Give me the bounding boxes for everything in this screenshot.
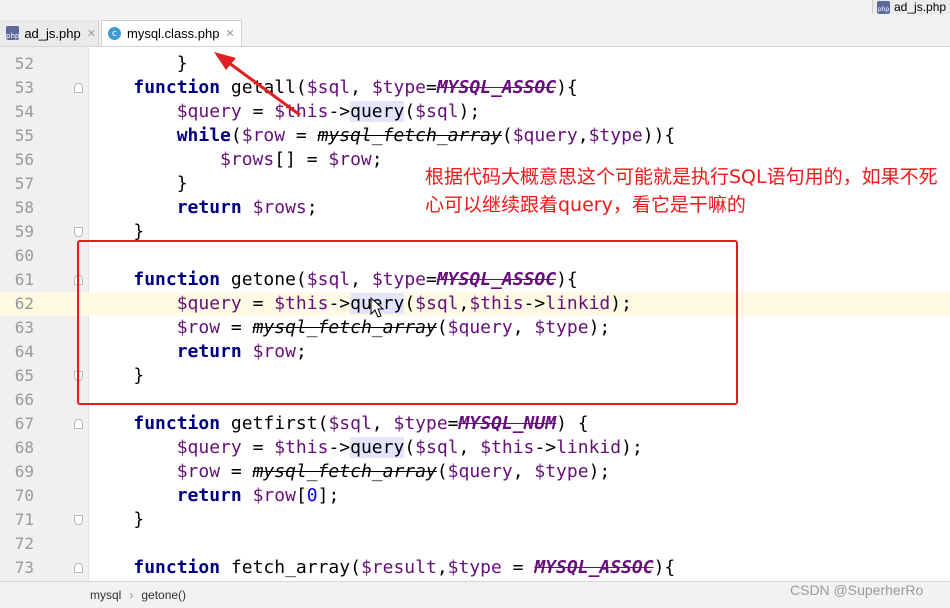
code-line[interactable]: 54 $query = $this->query($sql);	[0, 100, 950, 124]
line-number: 63	[14, 318, 34, 337]
code-line[interactable]: 72	[0, 532, 950, 556]
line-number: 60	[14, 246, 34, 265]
php-class-icon: c	[108, 27, 121, 40]
php-file-icon: php	[6, 26, 20, 40]
line-number: 61	[14, 270, 34, 289]
line-number: 69	[14, 462, 34, 481]
code-line[interactable]: 67 function getfirst($sql, $type=MYSQL_N…	[0, 412, 950, 436]
line-number: 56	[14, 150, 34, 169]
code-line[interactable]: 55 while($row = mysql_fetch_array($query…	[0, 124, 950, 148]
annotation-text: 根据代码大概意思这个可能就是执行SQL语句用的，如果不死心可以继续跟着query…	[425, 166, 938, 216]
fold-toggle-icon[interactable]	[74, 515, 83, 525]
line-number: 68	[14, 438, 34, 457]
line-number: 58	[14, 198, 34, 217]
close-icon[interactable]: ✕	[87, 27, 96, 40]
code-line[interactable]: 71 }	[0, 508, 950, 532]
line-number: 64	[14, 342, 34, 361]
code-text: }	[90, 509, 145, 530]
line-number: 72	[14, 534, 34, 553]
fold-toggle-icon[interactable]	[74, 83, 83, 93]
code-line[interactable]: 53 function getall($sql, $type=MYSQL_ASS…	[0, 76, 950, 100]
breadcrumb-item-mysql[interactable]: mysql	[90, 588, 121, 602]
watermark: CSDN @SuperherRo	[790, 582, 924, 598]
close-icon[interactable]: ✕	[225, 27, 234, 40]
code-text: return $rows;	[176, 197, 318, 218]
code-line[interactable]: 68 $query = $this->query($sql, $this->li…	[0, 436, 950, 460]
fold-toggle-icon[interactable]	[74, 227, 83, 237]
code-text: function getall($sql, $type=MYSQL_ASSOC)…	[133, 77, 578, 98]
line-number: 52	[14, 54, 34, 73]
code-text: $row = mysql_fetch_array($query, $type);	[176, 461, 611, 482]
code-text: while($row = mysql_fetch_array($query,$t…	[176, 125, 676, 146]
line-number: 70	[14, 486, 34, 505]
fold-toggle-icon[interactable]	[74, 419, 83, 429]
tab-label: mysql.class.php	[127, 26, 220, 41]
line-number: 57	[14, 174, 34, 193]
line-number: 71	[14, 510, 34, 529]
tab-label: ad_js.php	[24, 25, 81, 41]
tab-label: ad_js.php	[894, 0, 947, 14]
php-file-icon: php	[877, 0, 890, 14]
tab-ad-js-secondary[interactable]: php ad_js.php	[872, 0, 950, 14]
line-number: 55	[14, 126, 34, 145]
line-number: 54	[14, 102, 34, 121]
line-number: 73	[14, 558, 34, 577]
code-line[interactable]: 73 function fetch_array($result,$type = …	[0, 556, 950, 580]
line-number: 53	[14, 78, 34, 97]
code-text: $query = $this->query($sql, $this->linki…	[176, 437, 643, 458]
code-text: return $row[0];	[176, 485, 340, 506]
code-text: function getfirst($sql, $type=MYSQL_NUM)…	[133, 413, 589, 434]
code-text: $rows[] = $row;	[220, 149, 383, 170]
code-line[interactable]: 70 return $row[0];	[0, 484, 950, 508]
mouse-cursor-icon	[370, 297, 385, 318]
code-text: function fetch_array($result,$type = MYS…	[133, 557, 676, 578]
line-number: 62	[14, 294, 34, 313]
breadcrumb-separator: ›	[129, 588, 134, 602]
tab-ad-js[interactable]: php ad_js.php ✕	[0, 20, 99, 46]
editor-tab-bar: php ad_js.php ✕ c mysql.class.php ✕ php …	[0, 0, 950, 47]
line-number: 67	[14, 414, 34, 433]
code-text: $query = $this->query($sql);	[176, 101, 481, 122]
line-number: 66	[14, 390, 34, 409]
line-number: 59	[14, 222, 34, 241]
line-number: 65	[14, 366, 34, 385]
tab-mysql-class[interactable]: c mysql.class.php ✕	[101, 20, 242, 46]
fold-toggle-icon[interactable]	[74, 563, 83, 573]
highlight-box	[77, 240, 738, 405]
code-text: }	[90, 53, 188, 74]
code-text: }	[90, 173, 188, 194]
code-line[interactable]: 69 $row = mysql_fetch_array($query, $typ…	[0, 460, 950, 484]
breadcrumb-item-getone[interactable]: getone()	[141, 588, 186, 602]
code-line[interactable]: 52 }	[0, 52, 950, 76]
